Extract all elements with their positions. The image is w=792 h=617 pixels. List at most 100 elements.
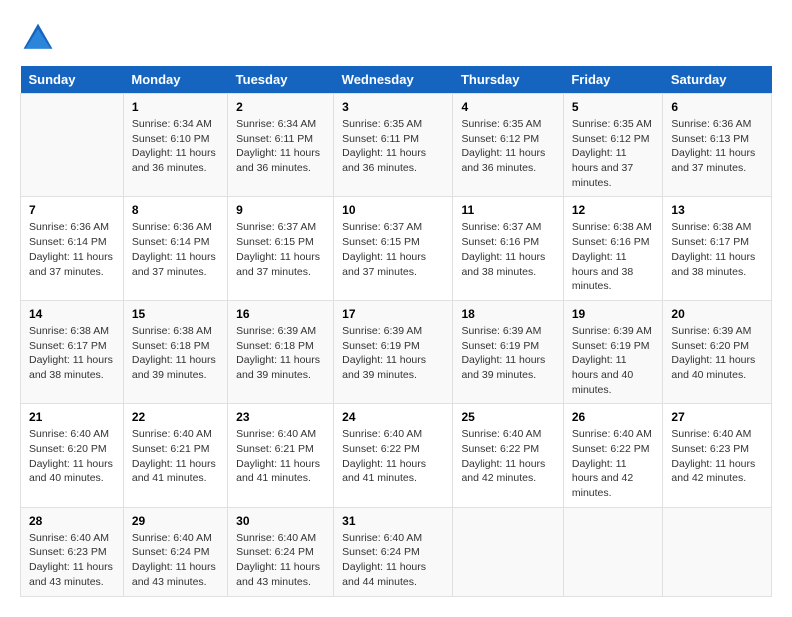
weekday-header-saturday: Saturday [663,66,772,94]
day-info: Sunrise: 6:40 AMSunset: 6:21 PMDaylight:… [132,427,219,486]
day-info: Sunrise: 6:37 AMSunset: 6:16 PMDaylight:… [461,220,554,279]
day-number: 29 [132,514,219,528]
day-info: Sunrise: 6:39 AMSunset: 6:19 PMDaylight:… [461,324,554,383]
calendar-cell: 31Sunrise: 6:40 AMSunset: 6:24 PMDayligh… [334,507,453,596]
calendar-cell: 3Sunrise: 6:35 AMSunset: 6:11 PMDaylight… [334,94,453,197]
day-number: 7 [29,203,115,217]
day-info: Sunrise: 6:37 AMSunset: 6:15 PMDaylight:… [236,220,325,279]
day-info: Sunrise: 6:40 AMSunset: 6:21 PMDaylight:… [236,427,325,486]
weekday-header-thursday: Thursday [453,66,563,94]
calendar-cell: 20 Sunrise: 6:39 AMSunset: 6:20 PMDayligh… [663,300,772,403]
calendar-cell: 11 Sunrise: 6:37 AMSunset: 6:16 PMDayligh… [453,197,563,300]
day-number: 13 [671,203,763,217]
day-number: 17 [342,307,444,321]
calendar-cell: 22 Sunrise: 6:40 AMSunset: 6:21 PMDayligh… [123,404,227,507]
logo [20,20,62,56]
day-info: Sunrise: 6:40 AMSunset: 6:24 PMDaylight:… [132,531,219,590]
calendar-cell: 27 Sunrise: 6:40 AMSunset: 6:23 PMDayligh… [663,404,772,507]
day-info: Sunrise: 6:40 AMSunset: 6:20 PMDaylight:… [29,427,115,486]
weekday-header-monday: Monday [123,66,227,94]
day-info: Sunrise: 6:34 AMSunset: 6:11 PMDaylight:… [236,117,325,176]
weekday-header-tuesday: Tuesday [228,66,334,94]
calendar-cell: 6 Sunrise: 6:36 AMSunset: 6:13 PMDaylight… [663,94,772,197]
day-info: Sunrise: 6:36 AMSunset: 6:14 PMDaylight:… [132,220,219,279]
day-number: 12 [572,203,655,217]
day-number: 16 [236,307,325,321]
weekday-header-row: SundayMondayTuesdayWednesdayThursdayFrid… [21,66,772,94]
day-number: 30 [236,514,325,528]
day-info: Sunrise: 6:40 AMSunset: 6:23 PMDaylight:… [29,531,115,590]
day-number: 1 [132,100,219,114]
day-info: Sunrise: 6:35 AMSunset: 6:12 PMDaylight:… [461,117,554,176]
day-number: 6 [671,100,763,114]
day-number: 5 [572,100,655,114]
calendar-cell: 17 Sunrise: 6:39 AMSunset: 6:19 PMDayligh… [334,300,453,403]
day-number: 25 [461,410,554,424]
day-number: 14 [29,307,115,321]
calendar-cell: 14 Sunrise: 6:38 AMSunset: 6:17 PMDayligh… [21,300,124,403]
day-info: Sunrise: 6:40 AMSunset: 6:22 PMDaylight:… [572,427,655,500]
calendar-cell: 13 Sunrise: 6:38 AMSunset: 6:17 PMDayligh… [663,197,772,300]
day-number: 27 [671,410,763,424]
day-info: Sunrise: 6:38 AMSunset: 6:16 PMDaylight:… [572,220,655,293]
calendar-cell: 29 Sunrise: 6:40 AMSunset: 6:24 PMDayligh… [123,507,227,596]
calendar-cell: 25 Sunrise: 6:40 AMSunset: 6:22 PMDayligh… [453,404,563,507]
logo-icon [20,20,56,56]
day-number: 2 [236,100,325,114]
calendar-cell: 5 Sunrise: 6:35 AMSunset: 6:12 PMDaylight… [563,94,663,197]
day-info: Sunrise: 6:36 AMSunset: 6:13 PMDaylight:… [671,117,763,176]
day-number: 8 [132,203,219,217]
day-number: 11 [461,203,554,217]
day-info: Sunrise: 6:39 AMSunset: 6:19 PMDaylight:… [572,324,655,397]
calendar-week-row: 14 Sunrise: 6:38 AMSunset: 6:17 PMDayligh… [21,300,772,403]
calendar-week-row: 1 Sunrise: 6:34 AMSunset: 6:10 PMDaylight… [21,94,772,197]
day-info: Sunrise: 6:39 AMSunset: 6:19 PMDaylight:… [342,324,444,383]
day-number: 31 [342,514,444,528]
calendar-cell: 24 Sunrise: 6:40 AMSunset: 6:22 PMDayligh… [334,404,453,507]
calendar-cell: 28 Sunrise: 6:40 AMSunset: 6:23 PMDayligh… [21,507,124,596]
day-number: 10 [342,203,444,217]
day-number: 26 [572,410,655,424]
day-number: 28 [29,514,115,528]
weekday-header-friday: Friday [563,66,663,94]
day-number: 15 [132,307,219,321]
day-info: Sunrise: 6:37 AMSunset: 6:15 PMDaylight:… [342,220,444,279]
page-header [20,20,772,56]
calendar-cell: 23Sunrise: 6:40 AMSunset: 6:21 PMDayligh… [228,404,334,507]
calendar-cell: 26 Sunrise: 6:40 AMSunset: 6:22 PMDayligh… [563,404,663,507]
day-info: Sunrise: 6:38 AMSunset: 6:17 PMDaylight:… [671,220,763,279]
calendar-cell: 4Sunrise: 6:35 AMSunset: 6:12 PMDaylight… [453,94,563,197]
calendar-cell [663,507,772,596]
day-number: 22 [132,410,219,424]
day-info: Sunrise: 6:35 AMSunset: 6:12 PMDaylight:… [572,117,655,190]
calendar-cell: 30 Sunrise: 6:40 AMSunset: 6:24 PMDayligh… [228,507,334,596]
day-info: Sunrise: 6:40 AMSunset: 6:22 PMDaylight:… [342,427,444,486]
day-info: Sunrise: 6:38 AMSunset: 6:17 PMDaylight:… [29,324,115,383]
day-number: 20 [671,307,763,321]
calendar-table: SundayMondayTuesdayWednesdayThursdayFrid… [20,66,772,597]
calendar-cell: 9Sunrise: 6:37 AMSunset: 6:15 PMDaylight… [228,197,334,300]
calendar-cell: 2 Sunrise: 6:34 AMSunset: 6:11 PMDaylight… [228,94,334,197]
day-number: 18 [461,307,554,321]
day-number: 24 [342,410,444,424]
weekday-header-wednesday: Wednesday [334,66,453,94]
day-info: Sunrise: 6:34 AMSunset: 6:10 PMDaylight:… [132,117,219,176]
calendar-cell: 1 Sunrise: 6:34 AMSunset: 6:10 PMDaylight… [123,94,227,197]
calendar-cell [21,94,124,197]
day-info: Sunrise: 6:39 AMSunset: 6:20 PMDaylight:… [671,324,763,383]
day-info: Sunrise: 6:40 AMSunset: 6:23 PMDaylight:… [671,427,763,486]
calendar-week-row: 21Sunrise: 6:40 AMSunset: 6:20 PMDayligh… [21,404,772,507]
day-info: Sunrise: 6:39 AMSunset: 6:18 PMDaylight:… [236,324,325,383]
calendar-cell: 19Sunrise: 6:39 AMSunset: 6:19 PMDayligh… [563,300,663,403]
weekday-header-sunday: Sunday [21,66,124,94]
calendar-cell: 18 Sunrise: 6:39 AMSunset: 6:19 PMDayligh… [453,300,563,403]
day-info: Sunrise: 6:40 AMSunset: 6:22 PMDaylight:… [461,427,554,486]
day-info: Sunrise: 6:40 AMSunset: 6:24 PMDaylight:… [236,531,325,590]
calendar-cell: 10 Sunrise: 6:37 AMSunset: 6:15 PMDayligh… [334,197,453,300]
calendar-cell: 7 Sunrise: 6:36 AMSunset: 6:14 PMDaylight… [21,197,124,300]
calendar-cell: 8 Sunrise: 6:36 AMSunset: 6:14 PMDaylight… [123,197,227,300]
day-info: Sunrise: 6:36 AMSunset: 6:14 PMDaylight:… [29,220,115,279]
calendar-cell: 21Sunrise: 6:40 AMSunset: 6:20 PMDayligh… [21,404,124,507]
day-info: Sunrise: 6:38 AMSunset: 6:18 PMDaylight:… [132,324,219,383]
calendar-week-row: 28 Sunrise: 6:40 AMSunset: 6:23 PMDayligh… [21,507,772,596]
